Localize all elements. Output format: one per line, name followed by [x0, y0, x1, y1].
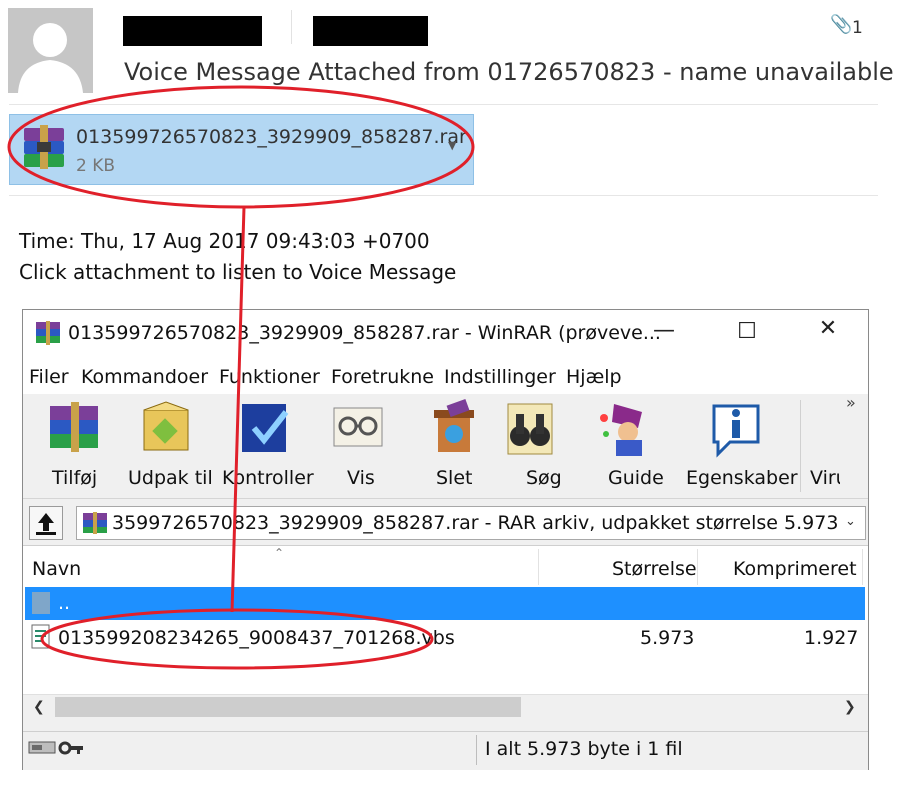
annotation-connector-line — [230, 206, 246, 613]
annotation-overlay — [7, 85, 475, 670]
annotation-ellipse-attachment — [7, 85, 475, 209]
annotation-ellipse-vbs — [40, 608, 434, 670]
